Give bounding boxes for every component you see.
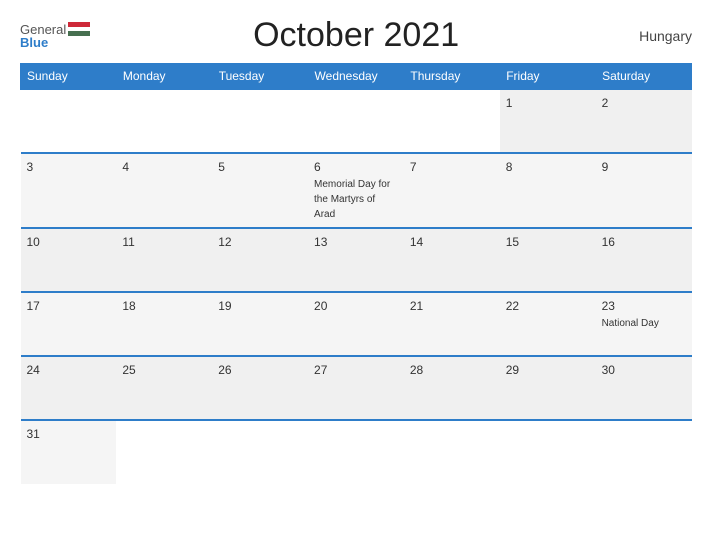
calendar-cell: 30 bbox=[596, 356, 692, 420]
day-number: 21 bbox=[410, 299, 494, 313]
calendar-cell: 27 bbox=[308, 356, 404, 420]
calendar-cell: 17 bbox=[21, 292, 117, 356]
calendar-cell: 21 bbox=[404, 292, 500, 356]
day-number: 6 bbox=[314, 160, 398, 174]
day-number: 27 bbox=[314, 363, 398, 377]
day-number: 14 bbox=[410, 235, 494, 249]
calendar-page: General Blue October 2021 Hungary Sunday… bbox=[0, 0, 712, 550]
day-number: 24 bbox=[27, 363, 111, 377]
calendar-cell: 4 bbox=[116, 153, 212, 228]
day-number: 18 bbox=[122, 299, 206, 313]
day-number: 19 bbox=[218, 299, 302, 313]
header-thursday: Thursday bbox=[404, 64, 500, 90]
calendar-cell: 25 bbox=[116, 356, 212, 420]
calendar-cell bbox=[308, 89, 404, 153]
calendar-cell: 24 bbox=[21, 356, 117, 420]
calendar-table: Sunday Monday Tuesday Wednesday Thursday… bbox=[20, 63, 692, 484]
day-number: 15 bbox=[506, 235, 590, 249]
calendar-cell: 15 bbox=[500, 228, 596, 292]
country-label: Hungary bbox=[622, 28, 692, 44]
header-monday: Monday bbox=[116, 64, 212, 90]
calendar-week-row: 17 18 19 20 21 22 23 National Day bbox=[21, 292, 692, 356]
calendar-week-row: 12 bbox=[21, 89, 692, 153]
calendar-cell: 12 bbox=[212, 228, 308, 292]
calendar-cell: 20 bbox=[308, 292, 404, 356]
calendar-cell: 6 Memorial Day for the Martyrs of Arad bbox=[308, 153, 404, 228]
calendar-cell: 31 bbox=[21, 420, 117, 484]
day-number: 17 bbox=[27, 299, 111, 313]
day-number: 4 bbox=[122, 160, 206, 174]
day-number: 5 bbox=[218, 160, 302, 174]
calendar-cell bbox=[116, 420, 212, 484]
calendar-cell: 8 bbox=[500, 153, 596, 228]
day-number: 30 bbox=[602, 363, 686, 377]
calendar-cell bbox=[212, 89, 308, 153]
day-number: 12 bbox=[218, 235, 302, 249]
calendar-week-row: 24 25 26 27 28 29 30 bbox=[21, 356, 692, 420]
day-number: 2 bbox=[602, 96, 686, 110]
header-friday: Friday bbox=[500, 64, 596, 90]
day-number: 1 bbox=[506, 96, 590, 110]
calendar-cell bbox=[404, 89, 500, 153]
calendar-cell: 22 bbox=[500, 292, 596, 356]
calendar-cell: 19 bbox=[212, 292, 308, 356]
logo-blue-text: Blue bbox=[20, 36, 48, 49]
day-number: 11 bbox=[122, 235, 206, 249]
calendar-cell: 23 National Day bbox=[596, 292, 692, 356]
logo: General Blue bbox=[20, 22, 90, 49]
header: General Blue October 2021 Hungary bbox=[20, 16, 692, 55]
day-number: 3 bbox=[27, 160, 111, 174]
day-number: 13 bbox=[314, 235, 398, 249]
event-label: National Day bbox=[602, 318, 659, 329]
calendar-cell: 11 bbox=[116, 228, 212, 292]
day-number: 28 bbox=[410, 363, 494, 377]
calendar-week-row: 3456 Memorial Day for the Martyrs of Arad… bbox=[21, 153, 692, 228]
calendar-cell: 5 bbox=[212, 153, 308, 228]
calendar-cell bbox=[212, 420, 308, 484]
day-number: 29 bbox=[506, 363, 590, 377]
weekday-header-row: Sunday Monday Tuesday Wednesday Thursday… bbox=[21, 64, 692, 90]
logo-general-text: General bbox=[20, 23, 66, 36]
event-label: Memorial Day for the Martyrs of Arad bbox=[314, 179, 390, 220]
day-number: 8 bbox=[506, 160, 590, 174]
day-number: 9 bbox=[602, 160, 686, 174]
calendar-cell bbox=[500, 420, 596, 484]
day-number: 23 bbox=[602, 299, 686, 313]
calendar-cell: 1 bbox=[500, 89, 596, 153]
calendar-cell: 3 bbox=[21, 153, 117, 228]
day-number: 10 bbox=[27, 235, 111, 249]
calendar-cell: 10 bbox=[21, 228, 117, 292]
calendar-cell: 26 bbox=[212, 356, 308, 420]
calendar-cell bbox=[404, 420, 500, 484]
logo-flag-icon bbox=[68, 22, 90, 36]
calendar-cell bbox=[308, 420, 404, 484]
day-number: 25 bbox=[122, 363, 206, 377]
calendar-cell bbox=[21, 89, 117, 153]
header-tuesday: Tuesday bbox=[212, 64, 308, 90]
day-number: 22 bbox=[506, 299, 590, 313]
header-saturday: Saturday bbox=[596, 64, 692, 90]
day-number: 7 bbox=[410, 160, 494, 174]
calendar-cell: 13 bbox=[308, 228, 404, 292]
header-sunday: Sunday bbox=[21, 64, 117, 90]
day-number: 31 bbox=[27, 427, 111, 441]
calendar-cell: 18 bbox=[116, 292, 212, 356]
calendar-cell: 29 bbox=[500, 356, 596, 420]
calendar-cell: 28 bbox=[404, 356, 500, 420]
calendar-title: October 2021 bbox=[90, 16, 622, 55]
calendar-cell bbox=[596, 420, 692, 484]
calendar-cell: 14 bbox=[404, 228, 500, 292]
calendar-week-row: 10 11 12 13 14 15 16 bbox=[21, 228, 692, 292]
calendar-cell: 2 bbox=[596, 89, 692, 153]
calendar-cell: 7 bbox=[404, 153, 500, 228]
calendar-week-row: 31 bbox=[21, 420, 692, 484]
calendar-cell: 16 bbox=[596, 228, 692, 292]
day-number: 20 bbox=[314, 299, 398, 313]
day-number: 16 bbox=[602, 235, 686, 249]
calendar-cell: 9 bbox=[596, 153, 692, 228]
calendar-cell bbox=[116, 89, 212, 153]
day-number: 26 bbox=[218, 363, 302, 377]
header-wednesday: Wednesday bbox=[308, 64, 404, 90]
